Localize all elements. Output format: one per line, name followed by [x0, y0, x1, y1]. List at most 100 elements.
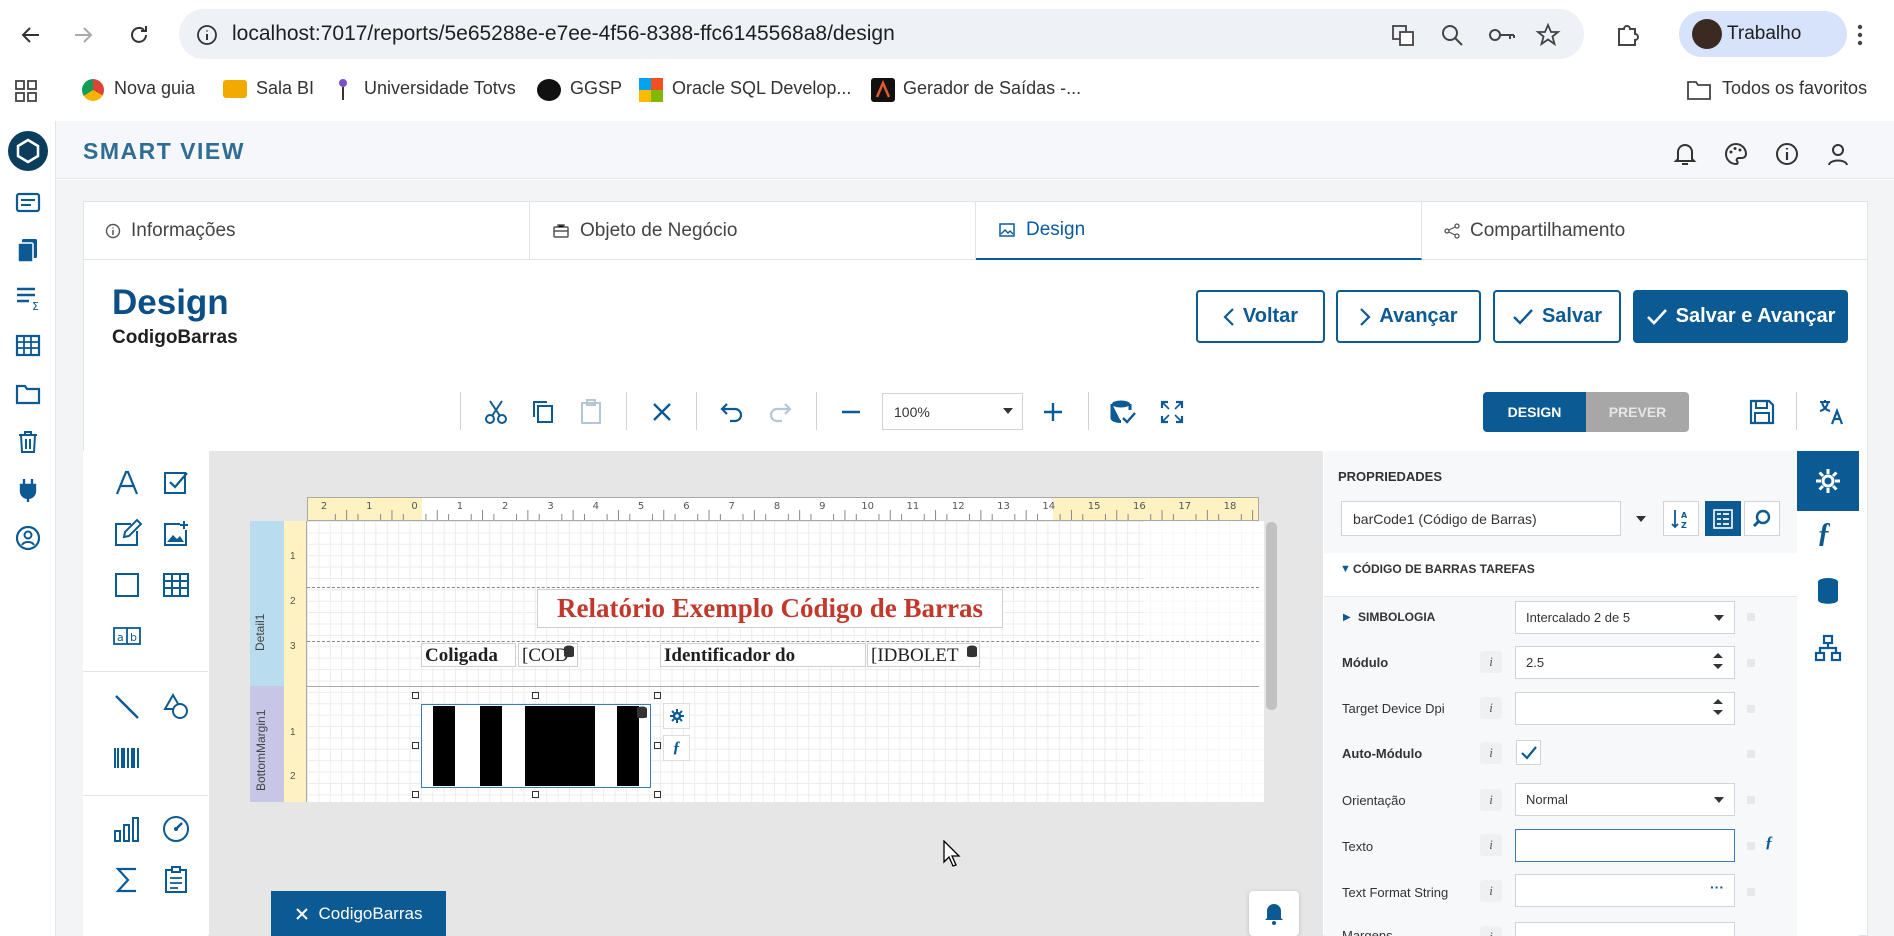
bookmark-ggsp[interactable]: GGSP [570, 78, 622, 99]
label-tool-icon[interactable] [111, 467, 143, 499]
bookmark-universidade-totvs[interactable]: Universidade Totvs [364, 78, 516, 99]
documents-icon[interactable] [14, 236, 42, 264]
translate-icon[interactable] [1390, 22, 1416, 48]
prop-input-margens[interactable] [1515, 922, 1735, 936]
search-props-button[interactable] [1744, 501, 1780, 536]
bookmark-oracle-sql[interactable]: Oracle SQL Develop... [672, 78, 851, 99]
sort-az-button[interactable]: AZ [1663, 501, 1699, 536]
charactercomb-tool-icon[interactable]: ab [111, 620, 143, 652]
analysis-icon[interactable]: Σ [14, 284, 42, 312]
user-settings-icon[interactable] [14, 524, 42, 552]
prop-input-modulo[interactable]: 2.5 [1515, 646, 1735, 679]
label-identificador[interactable]: Identificador do [660, 643, 866, 667]
expression-f-icon[interactable]: ƒ [663, 735, 690, 761]
expressions-f-icon[interactable]: ƒ [1817, 518, 1831, 550]
info-i-icon[interactable]: i [1480, 651, 1502, 673]
database-check-icon[interactable] [1108, 397, 1138, 427]
info-i-icon[interactable]: i [1480, 789, 1502, 811]
zoom-out-icon[interactable] [836, 397, 866, 427]
resize-handle[interactable] [412, 742, 419, 749]
resize-handle[interactable] [654, 791, 661, 798]
save-button[interactable]: Salvar [1493, 290, 1621, 343]
plugin-icon[interactable] [14, 476, 42, 504]
tab-design[interactable]: Design [976, 202, 1422, 260]
password-key-icon[interactable] [1487, 22, 1515, 48]
resize-handle[interactable] [654, 692, 661, 699]
clipboard-tool-icon[interactable] [160, 864, 192, 896]
zoom-select[interactable]: 100% [882, 393, 1023, 430]
kebab-menu-icon[interactable] [1850, 21, 1870, 49]
reload-icon[interactable] [119, 15, 159, 55]
fullscreen-icon[interactable] [1157, 397, 1187, 427]
component-select[interactable]: barCode1 (Código de Barras) [1341, 501, 1621, 536]
zoom-icon[interactable] [1439, 22, 1465, 48]
auto-modulo-checkbox[interactable] [1516, 740, 1541, 765]
prop-input-texto[interactable] [1515, 829, 1735, 862]
grid-table-icon[interactable] [14, 332, 42, 360]
tab-informacoes[interactable]: Informações [83, 202, 530, 260]
site-info-icon[interactable] [196, 24, 218, 46]
design-mode-button[interactable]: DESIGN [1483, 392, 1586, 432]
close-icon[interactable] [295, 907, 309, 921]
bookmark-gerador-saidas[interactable]: Gerador de Saídas -... [903, 78, 1081, 99]
info-i-icon[interactable]: i [1480, 926, 1502, 936]
notification-bell-button[interactable] [1249, 891, 1299, 936]
prop-input-text-format[interactable] [1515, 874, 1735, 907]
categorized-button[interactable] [1705, 501, 1741, 536]
back-button[interactable]: Voltar [1196, 290, 1325, 343]
table-tool-icon[interactable] [160, 569, 192, 601]
band-detail-strip[interactable] [250, 521, 284, 686]
chart-tool-icon[interactable] [111, 813, 143, 845]
picture-tool-icon[interactable] [160, 518, 192, 550]
forward-arrow-icon[interactable] [63, 15, 103, 55]
datasource-icon[interactable] [1815, 576, 1841, 606]
properties-tab[interactable] [1797, 451, 1859, 511]
report-explorer-icon[interactable] [1814, 634, 1842, 662]
prop-input-simbologia[interactable]: Intercalado 2 de 5 [1515, 601, 1735, 634]
bookmark-nova-guia[interactable]: Nova guia [114, 78, 195, 99]
gauge-tool-icon[interactable] [160, 813, 192, 845]
ellipsis-icon[interactable]: ··· [1710, 879, 1724, 895]
palette-icon[interactable] [1722, 140, 1750, 168]
report-title-label[interactable]: Relatório Exemplo Código de Barras [537, 589, 1003, 628]
undo-icon[interactable] [717, 397, 747, 427]
summary-sigma-icon[interactable] [111, 864, 143, 896]
folder-nav-icon[interactable] [14, 380, 42, 408]
info-icon[interactable] [1773, 140, 1801, 168]
user-icon[interactable] [1824, 140, 1852, 168]
checkbox-tool-icon[interactable] [160, 467, 192, 499]
info-i-icon[interactable]: i [1480, 697, 1502, 719]
tab-compartilhamento[interactable]: Compartilhamento [1422, 202, 1868, 260]
field-idbolet[interactable]: [IDBOLET [867, 643, 980, 667]
expression-f-icon[interactable]: ƒ [1765, 834, 1773, 852]
url-text[interactable]: localhost:7017/reports/5e65288e-e7ee-4f5… [232, 22, 895, 46]
reports-icon[interactable] [14, 189, 42, 217]
paste-icon[interactable] [576, 397, 606, 427]
zoom-in-icon[interactable] [1038, 397, 1068, 427]
save-disk-icon[interactable] [1747, 397, 1777, 427]
line-tool-icon[interactable] [111, 691, 143, 723]
barcode-tool-icon[interactable] [111, 742, 143, 774]
shape-tool-icon[interactable] [160, 691, 192, 723]
all-bookmarks[interactable]: Todos os favoritos [1722, 78, 1867, 99]
resize-handle[interactable] [654, 742, 661, 749]
spinner-icon[interactable] [1713, 697, 1723, 717]
resize-handle[interactable] [532, 791, 539, 798]
next-button[interactable]: Avançar [1336, 290, 1481, 343]
resize-handle[interactable] [532, 692, 539, 699]
bookmark-star-icon[interactable] [1535, 22, 1561, 48]
resize-handle[interactable] [412, 692, 419, 699]
prop-input-orientacao[interactable]: Normal [1515, 783, 1735, 816]
smart-tag-gear-icon[interactable] [663, 703, 690, 729]
cut-icon[interactable] [481, 397, 511, 427]
info-i-icon[interactable]: i [1480, 880, 1502, 902]
logo-icon[interactable] [8, 131, 48, 171]
resize-handle[interactable] [412, 791, 419, 798]
apps-grid-icon[interactable] [14, 79, 38, 103]
spinner-icon[interactable] [1713, 651, 1723, 671]
trash-icon[interactable] [14, 428, 42, 456]
extensions-icon[interactable] [1613, 21, 1641, 49]
prop-input-target-dpi[interactable] [1515, 692, 1735, 725]
info-i-icon[interactable]: i [1480, 834, 1502, 856]
tab-objeto-negocio[interactable]: Objeto de Negócio [530, 202, 976, 260]
